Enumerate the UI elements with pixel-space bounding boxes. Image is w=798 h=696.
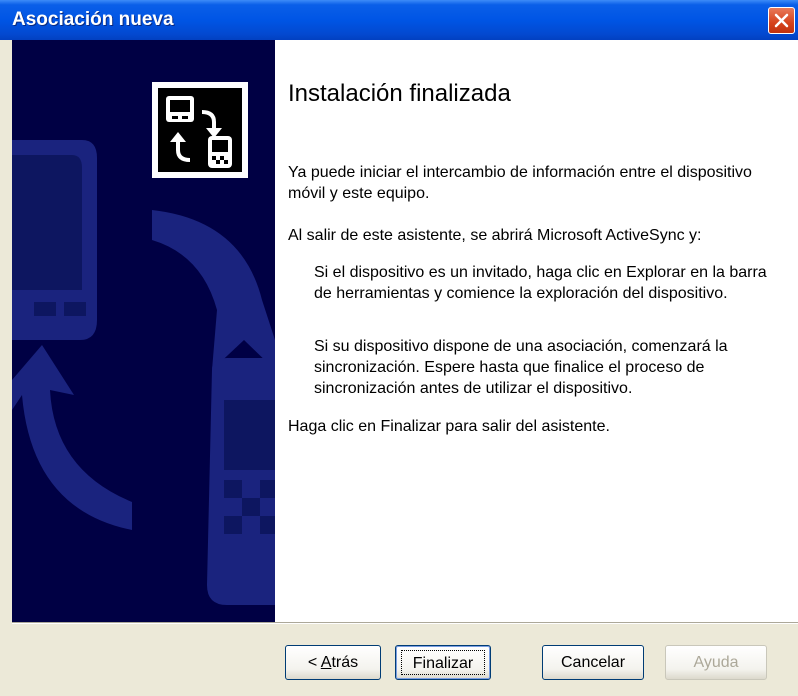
finish-instructions: Haga clic en Finalizar para salir del as…	[288, 418, 610, 435]
close-button[interactable]	[768, 7, 795, 34]
wizard-content: Instalación finalizada Ya puede iniciar …	[275, 40, 798, 622]
intro-paragraph: Ya puede iniciar el intercambio de infor…	[288, 164, 752, 202]
back-button[interactable]: < Atrás	[285, 645, 381, 680]
help-button[interactable]: Ayuda	[665, 645, 767, 680]
wizard-window: Asociación nueva Instalación finalizada …	[0, 0, 798, 696]
guest-instructions: Si el dispositivo es un invitado, haga c…	[314, 264, 767, 302]
finish-button[interactable]: Finalizar	[395, 645, 491, 680]
window-title: Asociación nueva	[12, 9, 174, 30]
partnership-instructions: Si su dispositivo dispone de una asociac…	[314, 338, 728, 397]
finish-button-label: Finalizar	[401, 650, 485, 675]
page-title: Instalación finalizada	[288, 80, 511, 107]
button-separator	[12, 622, 798, 624]
wizard-banner	[12, 40, 275, 622]
sync-device-icon	[152, 82, 248, 178]
window-frame-left	[0, 40, 12, 696]
title-bar[interactable]: Asociación nueva	[0, 0, 798, 40]
cancel-button[interactable]: Cancelar	[542, 645, 644, 680]
activesync-paragraph: Al salir de este asistente, se abrirá Mi…	[288, 227, 702, 244]
close-icon	[774, 13, 789, 28]
